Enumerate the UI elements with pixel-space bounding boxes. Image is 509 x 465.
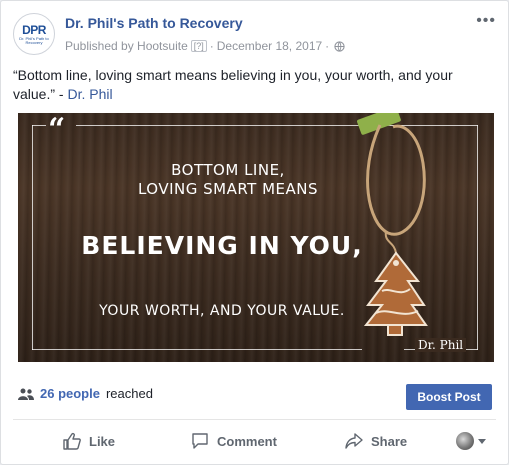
image-signature: Dr. Phil [415, 338, 467, 352]
comment-icon [192, 433, 208, 449]
user-avatar [456, 432, 474, 450]
share-label: Share [371, 433, 408, 449]
help-marker[interactable]: [?] [190, 40, 207, 52]
post-card: DPR Dr. Phil's Path to Recovery Dr. Phil… [0, 0, 509, 465]
post-text: “Bottom line, loving smart means believi… [13, 66, 483, 104]
gingerbread-ornament [357, 113, 428, 336]
post-image[interactable]: “ BOTTOM LINE, LOVING SMART MEANS BELIEV… [18, 113, 494, 362]
image-text-line4: YOUR WORTH, AND YOUR VALUE. [99, 303, 345, 319]
actions-divider [13, 419, 496, 420]
reach-row: 26 people reached [18, 386, 153, 401]
like-label: Like [89, 433, 116, 449]
caret-down-icon [478, 438, 486, 444]
globe-icon[interactable] [334, 40, 345, 52]
page-avatar[interactable]: DPR Dr. Phil's Path to Recovery [13, 13, 55, 55]
image-text-line1: BOTTOM LINE, [171, 161, 285, 179]
avatar-logo-mark: DPR [22, 23, 46, 37]
action-bar: Like Comment Share [1, 425, 508, 457]
people-icon [18, 388, 34, 400]
share-button[interactable]: Share [345, 425, 407, 457]
dr-phil-link[interactable]: Dr. Phil [67, 86, 112, 102]
post-header: DPR Dr. Phil's Path to Recovery Dr. Phil… [13, 13, 496, 57]
image-text-line3: BELIEVING IN YOU, [81, 231, 363, 260]
post-meta: Published by Hootsuite [?] · December 18… [65, 39, 345, 53]
more-icon[interactable]: ••• [476, 13, 496, 29]
comment-label: Comment [217, 433, 277, 449]
post-as-selector[interactable] [456, 425, 486, 457]
boost-post-button[interactable]: Boost Post [406, 384, 492, 410]
page-name-link[interactable]: Dr. Phil's Path to Recovery [65, 15, 243, 31]
image-quote-mark: “ [48, 113, 66, 147]
avatar-logo-sub: Dr. Phil's Path to Recovery [19, 36, 49, 45]
comment-button[interactable]: Comment [191, 425, 277, 457]
published-by[interactable]: Published by Hootsuite [65, 39, 188, 53]
meta-separator-2: · [325, 39, 330, 53]
share-icon [345, 433, 363, 449]
like-icon [63, 432, 81, 450]
people-reached-link[interactable]: 26 people [40, 386, 100, 401]
image-text-line2: LOVING SMART MEANS [137, 180, 319, 198]
post-date[interactable]: December 18, 2017 [217, 39, 322, 53]
like-button[interactable]: Like [63, 425, 115, 457]
reached-label: reached [105, 386, 153, 401]
meta-separator: · [209, 39, 214, 53]
avatar-logo: DPR Dr. Phil's Path to Recovery [14, 23, 54, 45]
